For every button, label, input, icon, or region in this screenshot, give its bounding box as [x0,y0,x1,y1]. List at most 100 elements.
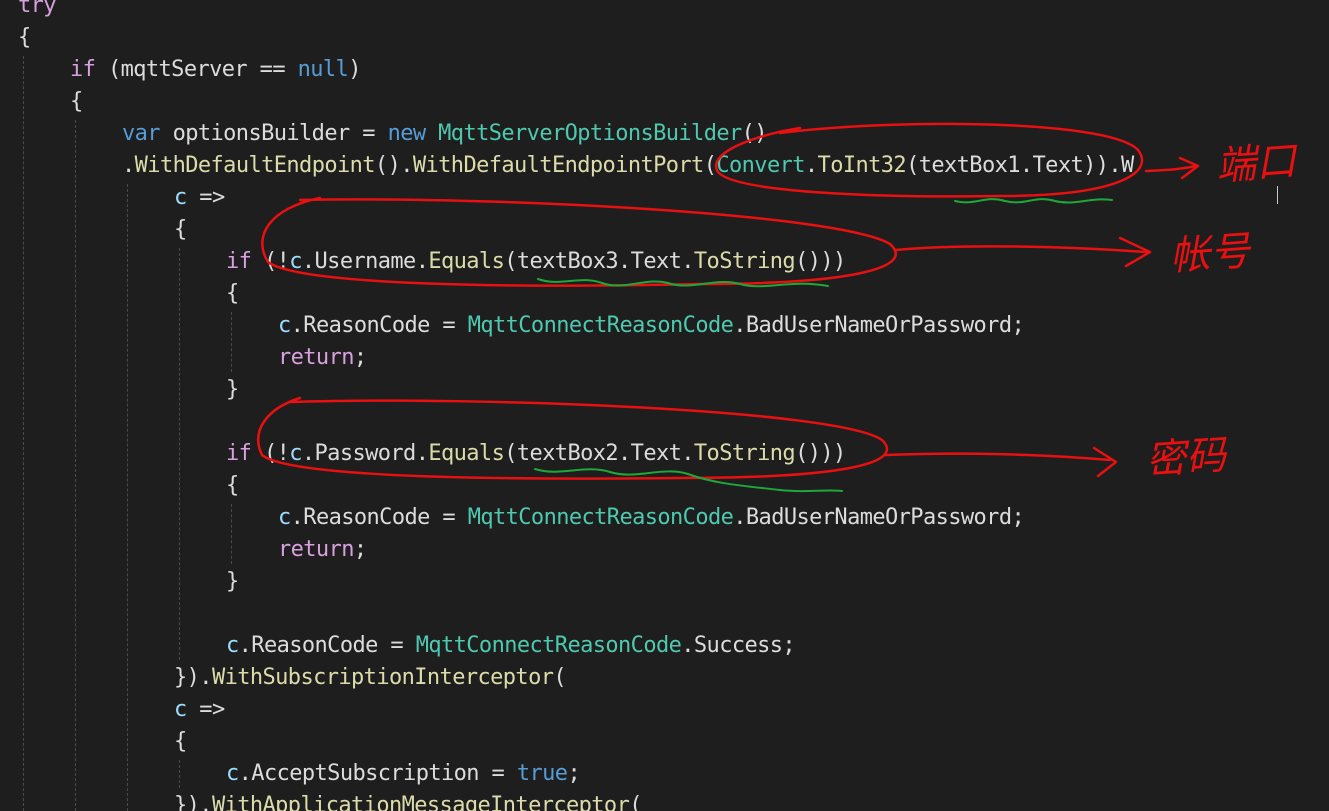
code-token: (textBox1.Text)).W [906,153,1134,178]
code-token: ToString [693,249,796,274]
code-line[interactable]: var optionsBuilder = new MqttServerOptio… [122,118,768,150]
code-token: ) [348,57,361,82]
code-token: .ReasonCode = [238,633,416,658]
code-token: . [804,153,818,178]
code-line[interactable]: }).WithSubscriptionInterceptor( [174,662,567,694]
code-token: ( [703,153,717,178]
code-line[interactable]: c.ReasonCode = MqttConnectReasonCode.Bad… [278,310,1025,342]
code-line[interactable]: c.ReasonCode = MqttConnectReasonCode.Suc… [226,630,796,662]
code-token: .Success; [681,633,796,658]
code-token: return [278,537,354,562]
code-token: (textBox3.Text. [504,249,694,274]
code-token: Convert [716,153,805,178]
code-token: ToString [693,441,796,466]
code-token: MqttConnectReasonCode [467,313,734,338]
code-token: ; [353,345,367,370]
code-line[interactable]: c => [174,182,225,214]
code-token: .ReasonCode = [290,313,468,338]
code-token: { [18,25,31,50]
code-line[interactable]: return; [278,342,367,374]
code-token: c [174,185,187,210]
code-token: ; [353,537,367,562]
port-handwritten-note: 端口 [1214,138,1298,190]
code-token: => [186,185,225,210]
code-token: } [226,569,239,594]
code-token: ())) [795,441,846,466]
code-token: (mqttServer == [95,57,298,82]
code-token: ())) [795,249,846,274]
code-token: c [226,761,239,786]
code-line[interactable]: .WithDefaultEndpoint().WithDefaultEndpoi… [122,150,1134,182]
code-line[interactable]: { [226,470,239,502]
code-token: ( [553,665,567,690]
code-line[interactable]: { [174,214,187,246]
code-line[interactable]: { [174,726,187,758]
code-line[interactable]: try [18,0,57,22]
code-token: ( [629,793,642,811]
code-token: MqttConnectReasonCode [415,633,682,658]
code-token: }). [174,793,213,811]
code-token: .ReasonCode = [290,505,468,530]
code-token: { [174,729,187,754]
code-token: c [278,505,291,530]
code-token: c [278,313,291,338]
code-token: c [289,441,302,466]
code-line[interactable]: c => [174,694,225,726]
code-token: if [226,441,252,466]
code-token: () [741,121,768,146]
code-token: if [70,57,96,82]
code-token: new [387,121,427,146]
code-token: .Password. [301,441,429,466]
code-line[interactable]: { [226,278,239,310]
code-token: ; [567,761,581,786]
code-line[interactable]: { [70,86,83,118]
code-token: .BadUserNameOrPassword; [733,313,1025,338]
code-line[interactable]: } [226,374,239,406]
code-line[interactable]: if (mqttServer == null) [70,54,361,86]
code-token: { [226,281,239,306]
code-token: optionsBuilder = [159,121,388,146]
code-token: try [18,0,57,18]
code-token: c [174,697,187,722]
code-token: MqttConnectReasonCode [467,505,734,530]
code-token: ToInt32 [817,153,907,178]
code-token: var [122,121,161,146]
code-token: => [186,697,225,722]
code-token: { [226,473,239,498]
code-token: return [278,345,354,370]
code-token: Equals [428,249,505,274]
code-token: (). [374,153,414,178]
code-token: .BadUserNameOrPassword; [733,505,1025,530]
code-token: . [122,153,135,178]
code-line[interactable]: c.ReasonCode = MqttConnectReasonCode.Bad… [278,502,1025,534]
password-handwritten-note: 密码 [1144,432,1228,484]
code-token: null [297,57,349,82]
code-line[interactable]: { [18,22,31,54]
code-token: if [226,249,252,274]
code-lines[interactable]: try { if (mqttServer == null) { var optionsB… [0,0,1329,811]
code-token: Equals [428,441,505,466]
code-token: (! [251,249,290,274]
code-line[interactable]: }).WithApplicationMessageInterceptor( [174,790,642,811]
code-token: } [226,377,239,402]
code-token: true [516,761,568,786]
code-token: WithDefaultEndpoint [134,153,376,178]
code-token: WithSubscriptionInterceptor [211,665,554,690]
code-token: .AcceptSubscription = [238,761,517,786]
text-cursor [1277,186,1278,204]
code-token: }). [174,665,213,690]
code-token: (! [251,441,290,466]
code-token: { [70,89,83,114]
code-line[interactable]: c.AcceptSubscription = true; [226,758,581,790]
code-token: .Username. [301,249,429,274]
account-handwritten-note: 帐号 [1168,228,1252,280]
code-editor[interactable]: try { if (mqttServer == null) { var optionsB… [0,0,1329,811]
code-line[interactable]: } [226,566,239,598]
code-token: MqttServerOptionsBuilder [438,121,742,146]
code-token: c [289,249,302,274]
code-line[interactable]: if (!c.Password.Equals(textBox2.Text.ToS… [226,438,846,470]
code-line[interactable]: return; [278,534,367,566]
code-token: { [174,217,187,242]
code-line[interactable]: if (!c.Username.Equals(textBox3.Text.ToS… [226,246,846,278]
